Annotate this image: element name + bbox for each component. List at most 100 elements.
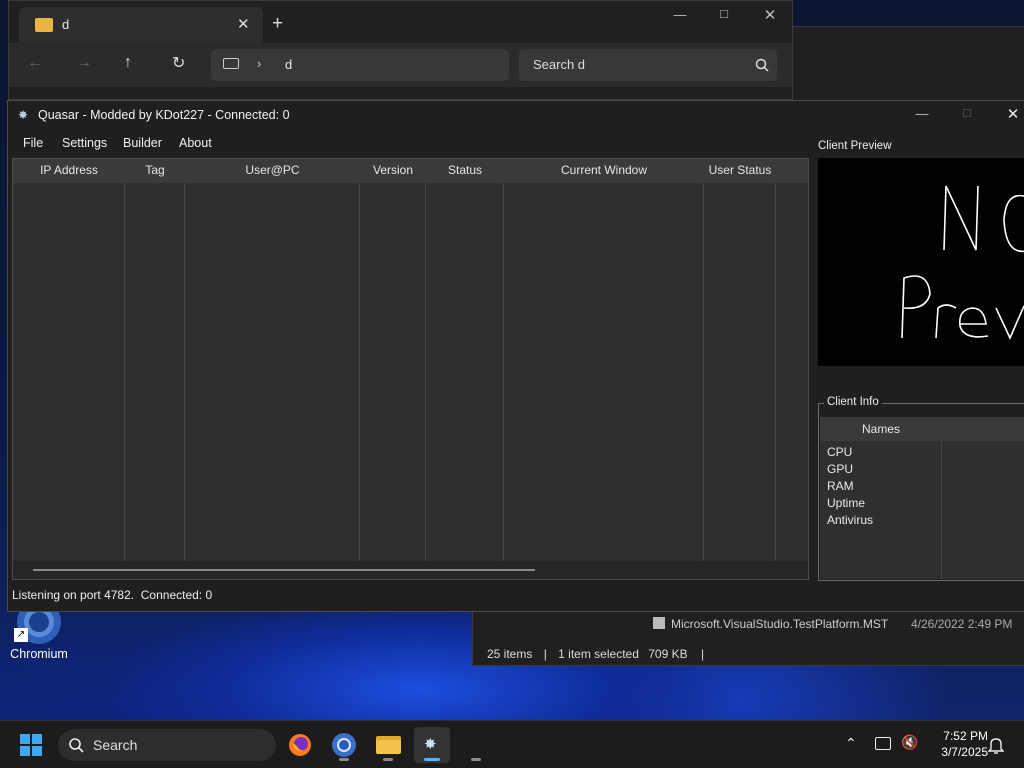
- taskbar-quasar[interactable]: ✸: [414, 727, 450, 763]
- horizontal-scrollbar[interactable]: [13, 561, 808, 579]
- quasar-app-icon: ✸: [18, 108, 29, 122]
- status-sep-2: |: [700, 647, 705, 661]
- minimize-icon[interactable]: —: [671, 7, 689, 22]
- column-tag[interactable]: Tag: [125, 163, 185, 177]
- start-button[interactable]: [20, 734, 42, 756]
- explorer-nav-bar: ← → ↑ ↻ › d Search d: [9, 43, 792, 87]
- address-segment[interactable]: d: [285, 57, 292, 72]
- column-version[interactable]: Version: [360, 163, 426, 177]
- explorer-search-input[interactable]: Search d: [519, 49, 777, 81]
- clock-time: 7:52 PM: [943, 729, 988, 743]
- client-info-divider: [941, 441, 942, 579]
- explorer-window-front: d ✕ + — □ ✕ ← → ↑ ↻ › d Search d: [8, 0, 793, 100]
- column-divider: [703, 183, 704, 561]
- quasar-icon: ✸: [424, 736, 437, 753]
- folder-icon: [35, 18, 53, 32]
- menu-settings[interactable]: Settings: [62, 136, 107, 150]
- taskbar-chromium[interactable]: [326, 727, 362, 763]
- close-icon[interactable]: ✕: [1004, 105, 1022, 123]
- client-preview-label: Client Preview: [818, 140, 892, 152]
- column-status[interactable]: Status: [426, 163, 504, 177]
- notification-bell-icon[interactable]: [988, 736, 1004, 754]
- column-ip-address[interactable]: IP Address: [13, 163, 125, 177]
- column-divider: [124, 183, 125, 561]
- windows-logo-icon: [20, 734, 42, 756]
- client-info-row-cpu[interactable]: CPU: [827, 445, 852, 459]
- refresh-icon[interactable]: ↻: [172, 53, 185, 73]
- search-icon: [755, 58, 769, 72]
- close-icon[interactable]: ✕: [761, 6, 779, 24]
- running-indicator: [383, 758, 393, 761]
- client-info-row-gpu[interactable]: GPU: [827, 462, 853, 476]
- tab-close-icon[interactable]: ✕: [237, 15, 250, 33]
- window-title: Quasar - Modded by KDot227 - Connected: …: [38, 108, 290, 122]
- column-divider: [503, 183, 504, 561]
- taskbar-firefox[interactable]: [282, 727, 318, 763]
- quasar-title-bar: ✸ Quasar - Modded by KDot227 - Connected…: [8, 101, 1024, 129]
- column-divider: [184, 183, 185, 561]
- status-sep: |: [543, 647, 547, 661]
- running-indicator: [471, 758, 481, 761]
- file-row[interactable]: Microsoft.VisualStudio.TestPlatform.MST …: [633, 615, 1024, 631]
- running-indicator: [339, 758, 349, 761]
- clients-table[interactable]: IP Address Tag User@PC Version Status Cu…: [12, 158, 809, 580]
- file-date: 4/26/2022 2:49 PM: [911, 617, 1013, 631]
- chromium-icon: [332, 733, 356, 757]
- desktop-icon-label: Chromium: [10, 647, 68, 661]
- folder-icon: [376, 736, 401, 754]
- client-info-row-ram[interactable]: RAM: [827, 479, 854, 493]
- column-user-status[interactable]: User Status: [704, 163, 776, 177]
- column-divider: [425, 183, 426, 561]
- status-items: 25 items: [487, 647, 533, 661]
- explorer-status-bar: 25 items | 1 item selected 709 KB |: [487, 647, 704, 663]
- new-tab-icon[interactable]: +: [272, 13, 283, 35]
- clock[interactable]: 7:52 PM 3/7/2025: [922, 729, 988, 759]
- up-arrow-icon[interactable]: ↑: [124, 54, 132, 72]
- network-icon[interactable]: [875, 737, 891, 750]
- clients-table-header: IP Address Tag User@PC Version Status Cu…: [13, 159, 808, 183]
- column-current-window[interactable]: Current Window: [504, 163, 704, 177]
- search-icon: [69, 738, 84, 753]
- firefox-icon: [289, 734, 311, 756]
- shortcut-arrow-icon: ↗: [14, 628, 28, 642]
- tab-title: d: [62, 17, 70, 32]
- menu-file[interactable]: File: [23, 136, 43, 150]
- chevron-right-icon: ›: [257, 56, 262, 71]
- client-info-list[interactable]: Names CPU GPU RAM Uptime Antivirus: [820, 417, 1024, 579]
- client-info-row-antivirus[interactable]: Antivirus: [827, 513, 873, 527]
- no-preview-handwriting: [901, 185, 1024, 340]
- client-info-label: Client Info: [824, 396, 882, 408]
- column-divider: [359, 183, 360, 561]
- status-selected: 1 item selected: [558, 647, 639, 661]
- file-icon: [653, 617, 665, 629]
- taskbar-search-placeholder: Search: [93, 737, 138, 753]
- menu-about[interactable]: About: [179, 136, 212, 150]
- running-indicator: [424, 758, 440, 761]
- client-info-row-uptime[interactable]: Uptime: [827, 496, 865, 510]
- minimize-icon[interactable]: —: [913, 106, 931, 121]
- maximize-icon[interactable]: □: [715, 6, 733, 21]
- taskbar-search[interactable]: Search: [58, 729, 276, 761]
- column-names[interactable]: Names: [820, 422, 942, 436]
- maximize-icon[interactable]: □: [958, 105, 976, 120]
- column-user-pc[interactable]: User@PC: [185, 163, 360, 177]
- column-divider: [775, 183, 776, 561]
- client-info-header: Names: [820, 417, 1024, 441]
- quasar-window: ✸ Quasar - Modded by KDot227 - Connected…: [7, 100, 1024, 612]
- forward-arrow-icon[interactable]: →: [76, 54, 92, 72]
- explorer-tab[interactable]: d ✕: [19, 7, 263, 43]
- taskbar-hidden-app[interactable]: [458, 727, 494, 763]
- status-bar-text: Listening on port 4782. Connected: 0: [12, 588, 213, 602]
- menu-builder[interactable]: Builder: [123, 136, 162, 150]
- client-preview-image: [818, 158, 1024, 366]
- chevron-up-icon[interactable]: ⌃: [845, 735, 857, 752]
- volume-muted-icon[interactable]: 🔇: [901, 734, 918, 751]
- computer-icon: [223, 58, 239, 69]
- address-bar[interactable]: › d: [211, 49, 509, 81]
- taskbar-file-explorer[interactable]: [370, 727, 406, 763]
- search-placeholder: Search d: [533, 57, 586, 72]
- back-arrow-icon[interactable]: ←: [27, 54, 43, 72]
- file-name: Microsoft.VisualStudio.TestPlatform.MST: [671, 617, 889, 631]
- status-size: 709 KB: [648, 647, 688, 661]
- scrollbar-thumb[interactable]: [33, 569, 535, 571]
